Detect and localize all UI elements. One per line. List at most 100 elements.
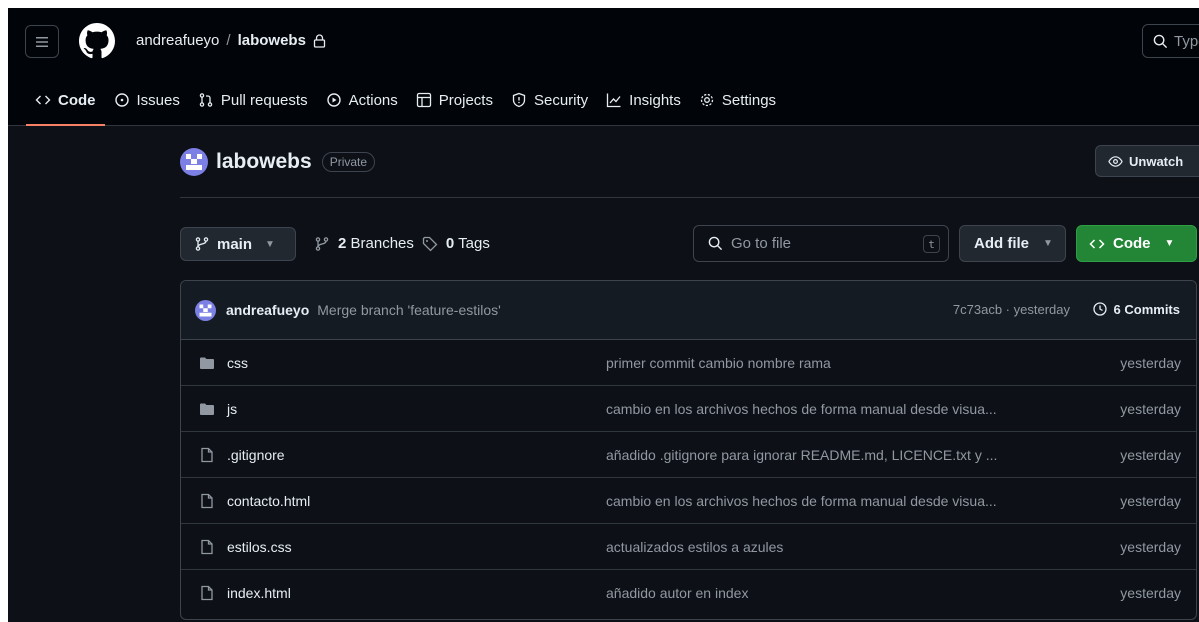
tab-label: Settings — [721, 91, 777, 109]
tags-count: 0 — [445, 235, 455, 252]
menu-button[interactable] — [25, 25, 59, 58]
search-icon — [708, 236, 723, 251]
tab-projects[interactable]: Projects — [407, 84, 502, 116]
tab-label: Actions — [348, 91, 398, 109]
search-icon — [1153, 34, 1168, 48]
github-logo-icon[interactable] — [79, 23, 115, 59]
add-file-label: Add file — [974, 235, 1029, 252]
global-search-input[interactable]: Type — [1142, 24, 1199, 58]
avatar[interactable] — [180, 148, 208, 176]
file-commit-message[interactable]: primer commit cambio nombre rama — [606, 355, 831, 371]
repo-link[interactable]: labowebs — [238, 32, 306, 49]
play-icon — [326, 93, 341, 107]
avatar[interactable] — [195, 299, 216, 321]
commit-message-link[interactable]: Merge branch 'feature-estilos' — [317, 302, 501, 318]
list-item[interactable]: contacto.html cambio en los archivos hec… — [181, 478, 1196, 524]
file-icon — [201, 493, 213, 509]
branch-name: main — [217, 235, 253, 253]
file-commit-message[interactable]: añadido autor en index — [606, 585, 748, 601]
repo-breadcrumb: andreafueyo / labowebs — [136, 32, 326, 49]
file-table: andreafueyo Merge branch 'feature-estilo… — [180, 280, 1197, 620]
commit-author-link[interactable]: andreafueyo — [226, 302, 309, 318]
file-icon — [201, 447, 213, 463]
code-label: Code — [1113, 235, 1151, 252]
file-commit-date: yesterday — [1120, 585, 1181, 601]
file-icon — [201, 539, 213, 555]
tab-label: Projects — [438, 91, 493, 109]
shield-icon — [512, 92, 526, 108]
identicon-icon — [199, 304, 212, 316]
unwatch-label: Unwatch — [1129, 153, 1184, 169]
code-button[interactable]: Code ▼ — [1076, 225, 1197, 262]
owner-link[interactable]: andreafueyo — [136, 32, 219, 49]
branch-icon — [195, 237, 209, 251]
branch-icon — [315, 236, 329, 251]
hamburger-icon — [36, 36, 48, 47]
file-commit-message[interactable]: actualizados estilos a azules — [606, 539, 783, 555]
tab-insights[interactable]: Insights — [597, 84, 690, 116]
file-name-link[interactable]: contacto.html — [227, 493, 310, 509]
file-name-link[interactable]: estilos.css — [227, 539, 292, 555]
chevron-down-icon: ▼ — [1164, 238, 1175, 249]
gear-icon — [700, 93, 714, 107]
eye-icon — [1108, 155, 1123, 167]
code-icon — [35, 95, 51, 105]
repo-nav-tabs: Code Issues Pull requests Actions Projec… — [26, 84, 785, 126]
page-title[interactable]: labowebs — [216, 150, 312, 174]
commit-hash-time[interactable]: 7c73acb · yesterday — [953, 302, 1070, 317]
tab-label: Security — [533, 91, 589, 109]
table-icon — [416, 92, 431, 108]
lock-icon — [313, 33, 326, 48]
branches-count: 2 — [338, 235, 347, 252]
commits-link[interactable]: 6 Commits — [1092, 301, 1180, 317]
search-placeholder: Type — [1174, 32, 1199, 50]
latest-commit-row: andreafueyo Merge branch 'feature-estilo… — [181, 281, 1196, 340]
tab-settings[interactable]: Settings — [690, 84, 785, 116]
tab-pull-requests[interactable]: Pull requests — [189, 84, 317, 116]
file-commit-message[interactable]: añadido .gitignore para ignorar README.m… — [606, 447, 997, 463]
go-to-file-input[interactable]: Go to file t — [693, 225, 949, 262]
branch-tag-stats: 2 Branches 0 Tags — [314, 235, 490, 252]
file-commit-date: yesterday — [1120, 539, 1181, 555]
folder-icon — [200, 403, 214, 415]
tab-label: Pull requests — [220, 91, 308, 109]
file-commit-message[interactable]: cambio en los archivos hechos de forma m… — [606, 401, 997, 417]
tab-label: Insights — [629, 91, 681, 109]
list-item[interactable]: css primer commit cambio nombre rama yes… — [181, 340, 1196, 386]
list-item[interactable]: estilos.css actualizados estilos a azule… — [181, 524, 1196, 570]
file-commit-message[interactable]: cambio en los archivos hechos de forma m… — [606, 493, 997, 509]
chevron-down-icon: ▼ — [265, 238, 275, 250]
tags-link[interactable]: 0 Tags — [446, 235, 490, 252]
tab-label: Code — [58, 91, 96, 109]
visibility-badge: Private — [321, 152, 376, 172]
code-icon — [1089, 238, 1105, 249]
file-commit-date: yesterday — [1120, 401, 1181, 417]
tab-code[interactable]: Code — [26, 84, 105, 126]
repo-title-row: labowebs Private — [180, 148, 376, 176]
file-name-link[interactable]: .gitignore — [227, 447, 285, 463]
list-item[interactable]: .gitignore añadido .gitignore para ignor… — [181, 432, 1196, 478]
commits-label: 6 Commits — [1113, 301, 1180, 317]
file-commit-date: yesterday — [1120, 447, 1181, 463]
tab-label: Issues — [136, 91, 180, 109]
shortcut-key: t — [923, 235, 940, 253]
github-window: andreafueyo / labowebs Type Code Issues … — [8, 8, 1199, 622]
file-name-link[interactable]: index.html — [227, 585, 291, 601]
tab-issues[interactable]: Issues — [105, 84, 189, 116]
tab-actions[interactable]: Actions — [317, 84, 407, 116]
list-item[interactable]: js cambio en los archivos hechos de form… — [181, 386, 1196, 432]
file-name-link[interactable]: css — [227, 355, 248, 371]
unwatch-button[interactable]: Unwatch — [1095, 145, 1199, 177]
section-divider — [180, 197, 1199, 198]
file-commit-date: yesterday — [1120, 493, 1181, 509]
list-item[interactable]: index.html añadido autor en index yester… — [181, 570, 1196, 616]
folder-icon — [200, 357, 214, 369]
file-name-link[interactable]: js — [227, 401, 237, 417]
app-header: andreafueyo / labowebs Type Code Issues … — [8, 8, 1199, 126]
file-icon — [201, 585, 213, 601]
tab-security[interactable]: Security — [502, 84, 597, 116]
file-commit-date: yesterday — [1120, 355, 1181, 371]
add-file-button[interactable]: Add file ▼ — [959, 225, 1066, 262]
branch-selector-button[interactable]: main ▼ — [180, 227, 296, 261]
branches-link[interactable]: 2 Branches — [338, 235, 414, 252]
